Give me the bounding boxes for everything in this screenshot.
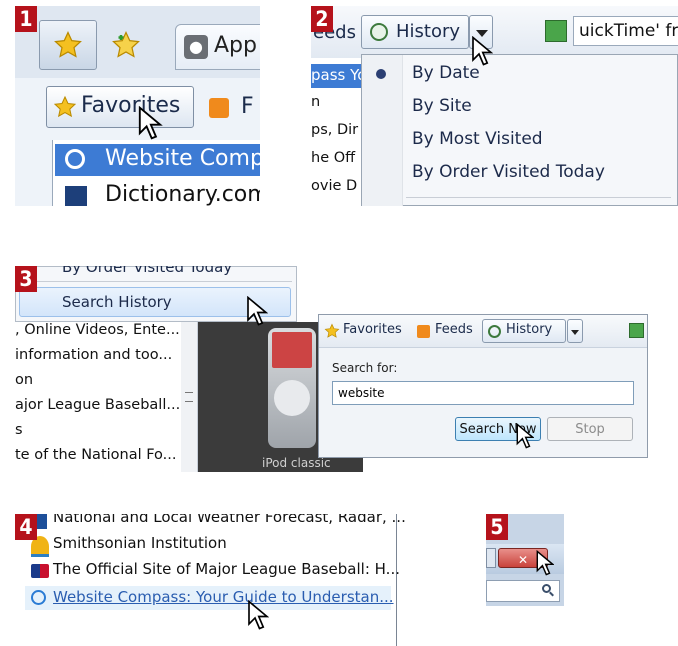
ie-icon: [31, 590, 46, 605]
panel-step-2: 2 eeds History uickTime' fr pass Yo n ps…: [311, 6, 678, 206]
list-item-label[interactable]: on: [15, 372, 33, 388]
list-item-label[interactable]: ajor League Baseball...: [15, 397, 180, 413]
back-arrow-icon[interactable]: [629, 323, 644, 338]
list-item-selected[interactable]: pass Yo: [311, 64, 366, 88]
menu-separator: [20, 281, 292, 282]
list-item-label[interactable]: information and too...: [15, 347, 172, 363]
favorites-label: Favorites: [81, 93, 181, 118]
ipod-screen: [272, 332, 312, 368]
results-list: National and Local Weather Forecast, Rad…: [15, 514, 406, 646]
result-item-hover[interactable]: Website Compass: Your Guide to Understan…: [25, 586, 394, 610]
menu-item-by-date[interactable]: By Date: [412, 63, 480, 83]
minimize-button[interactable]: [486, 548, 496, 568]
history-dropdown-menu: By Date By Site By Most Visited By Order…: [361, 54, 678, 206]
address-field[interactable]: uickTime' fr: [573, 16, 678, 46]
panel-step-5: 5 ✕: [486, 514, 564, 606]
history-clock-icon: [370, 23, 388, 41]
search-history-panel: Favorites Feeds History Search for: Sear…: [318, 314, 648, 458]
back-arrow-icon[interactable]: [545, 20, 567, 42]
star-icon: [54, 31, 82, 58]
dictionary-icon: [65, 186, 87, 206]
favorites-list: Website Comp Dictionary.com: [52, 140, 260, 206]
list-item-label[interactable]: , Online Videos, Ente...: [15, 322, 180, 338]
feeds-label[interactable]: Feeds: [435, 322, 473, 337]
stop-button[interactable]: Stop: [547, 417, 633, 441]
history-button[interactable]: History: [361, 15, 469, 49]
radio-selected-icon: [376, 69, 386, 79]
mouse-cursor-icon: [472, 36, 493, 66]
list-item-label: ps, Dir: [311, 122, 359, 138]
history-list: , Online Videos, Ente... information and…: [15, 322, 182, 472]
history-label: History: [396, 21, 461, 42]
star-icon: [324, 323, 340, 338]
chevron-down-icon: [571, 330, 579, 335]
list-item[interactable]: Dictionary.com: [55, 180, 260, 206]
menu-item-by-order-visited-today[interactable]: By Order Visited Today: [62, 266, 232, 276]
history-button[interactable]: History: [482, 319, 566, 343]
ipod-image: [268, 328, 316, 448]
search-history-label: Search History: [62, 293, 172, 311]
menu-item-by-order-visited-today[interactable]: By Order Visited Today: [412, 162, 605, 182]
add-favorite-icon[interactable]: [111, 30, 141, 60]
apple-icon: ●: [184, 35, 208, 59]
star-icon: [53, 95, 77, 118]
ie-icon: [65, 149, 85, 169]
history-dropdown-button[interactable]: [567, 319, 583, 343]
ipod-caption: iPod classic: [262, 456, 331, 470]
result-label: The Official Site of Major League Baseba…: [53, 560, 400, 578]
step-number: 4: [15, 514, 37, 540]
step-number: 5: [486, 514, 508, 540]
list-item-label[interactable]: s: [15, 422, 23, 438]
mlb-logo-icon: [31, 564, 49, 578]
rss-icon: [209, 98, 229, 118]
stop-label: Stop: [575, 422, 605, 437]
list-item-label[interactable]: te of the National Fo...: [15, 447, 177, 463]
history-label: History: [506, 322, 553, 337]
list-item-label: n: [311, 94, 321, 110]
panel-step-3: 3 By Order Visited Today Search History …: [15, 266, 363, 472]
side-list: pass Yo n ps, Dir he Off ovie D: [311, 58, 366, 206]
step-number: 2: [311, 6, 333, 32]
history-clock-icon: [488, 325, 501, 338]
result-label: National and Local Weather Forecast, Rad…: [53, 514, 406, 526]
favorites-button[interactable]: Favorites: [46, 86, 194, 128]
list-item-label: Website Comp: [105, 146, 260, 171]
search-input[interactable]: [332, 381, 634, 405]
menu-separator: [406, 197, 671, 198]
favorites-center-button[interactable]: [39, 20, 97, 70]
app-tab[interactable]: ● App: [175, 24, 260, 70]
list-item-label: pass Yo: [311, 66, 367, 84]
list-item-label: Dictionary.com: [105, 182, 260, 206]
step-number: 1: [15, 6, 37, 32]
app-tab-label: App: [214, 33, 257, 58]
address-text: uickTime' fr: [579, 21, 678, 41]
panel-step-4: 4 National and Local Weather Forecast, R…: [15, 514, 415, 646]
result-link: Website Compass: Your Guide to Understan…: [53, 588, 394, 606]
step-number: 3: [15, 266, 37, 292]
panel-step-1: 1 ● App Favorites F Website Comp Diction…: [15, 6, 260, 206]
list-item-label: he Off: [311, 150, 356, 166]
result-label: Smithsonian Institution: [53, 534, 227, 552]
list-item-selected[interactable]: Website Comp: [55, 144, 260, 176]
mouse-cursor-icon: [248, 600, 269, 630]
search-icon-handle: [549, 591, 554, 597]
mouse-cursor-icon: [138, 106, 163, 140]
list-item-label: ovie D: [311, 178, 358, 194]
search-for-label: Search for:: [332, 361, 398, 375]
scrollbar[interactable]: [181, 322, 198, 472]
feeds-partial-label: F: [241, 94, 254, 119]
mouse-cursor-icon: [247, 296, 268, 326]
ipod-click-wheel: [274, 380, 310, 416]
close-icon: ✕: [517, 553, 529, 567]
mouse-cursor-icon: [536, 550, 554, 576]
scrollbar-grip-icon: [185, 392, 193, 402]
menu-item-by-site[interactable]: By Site: [412, 96, 472, 116]
mouse-cursor-icon: [516, 423, 534, 449]
search-box[interactable]: [486, 580, 560, 602]
favorites-label[interactable]: Favorites: [343, 322, 402, 337]
menu-item-by-most-visited[interactable]: By Most Visited: [412, 129, 543, 149]
rss-icon: [417, 325, 430, 338]
